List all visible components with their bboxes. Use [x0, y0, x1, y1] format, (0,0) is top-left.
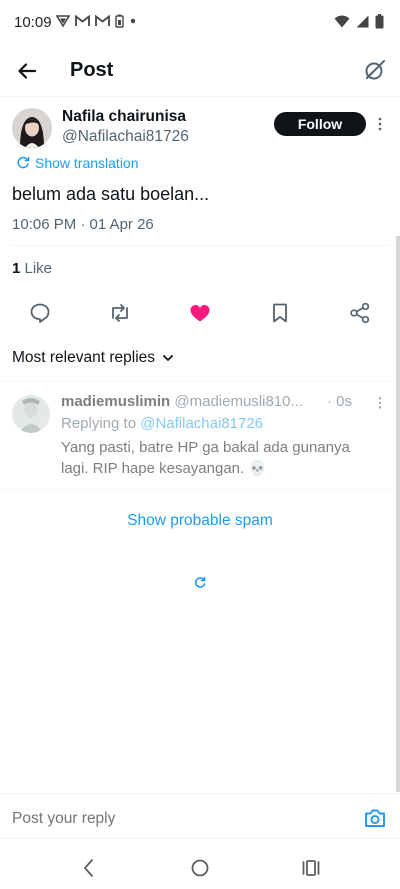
reply-replying-to: Replying to @Nafilachai81726: [61, 415, 263, 432]
camera-icon[interactable]: [364, 808, 386, 828]
like-count-label: Like: [20, 260, 53, 277]
share-icon[interactable]: [347, 300, 373, 326]
gmail-icon: [75, 15, 90, 26]
battery-icon: [375, 14, 384, 29]
scrollbar[interactable]: [396, 236, 400, 792]
nav-back-icon[interactable]: [78, 857, 100, 879]
translate-icon: [17, 156, 30, 169]
show-translation-link[interactable]: Show translation: [16, 155, 139, 171]
reply-input[interactable]: [12, 810, 342, 828]
reply-header: madiemuslimin @madiemusli810...: [61, 393, 303, 410]
show-probable-spam-link[interactable]: Show probable spam: [0, 512, 400, 530]
more-options-icon[interactable]: [376, 116, 384, 132]
reply-more-options-icon[interactable]: [376, 396, 384, 410]
author-handle[interactable]: @Nafilachai81726: [62, 128, 189, 146]
author-avatar[interactable]: [12, 108, 52, 148]
follow-button[interactable]: Follow: [274, 112, 366, 136]
retweet-icon[interactable]: [107, 300, 133, 326]
divider: [12, 245, 388, 246]
replying-to-prefix: Replying to: [61, 415, 141, 432]
nav-recents-icon[interactable]: [300, 857, 322, 879]
page-title: Post: [70, 59, 114, 81]
dot-icon: [130, 18, 136, 24]
author-name[interactable]: Nafila chairunisa: [62, 108, 186, 126]
status-time: 10:09: [14, 14, 52, 31]
replying-to-mention[interactable]: @Nafilachai81726: [140, 415, 263, 432]
post-timestamp: 10:06 PM · 01 Apr 26: [12, 216, 154, 233]
avatar-image: [12, 108, 52, 148]
status-bar: 10:09: [0, 0, 400, 44]
reply-item[interactable]: madiemuslimin @madiemusli810... · 0s Rep…: [0, 381, 400, 490]
battery-saver-icon: [115, 14, 124, 28]
replies-sort-label: Most relevant replies: [12, 349, 156, 366]
grok-icon[interactable]: [362, 57, 388, 83]
show-translation-label: Show translation: [35, 155, 139, 171]
reply-text: Yang pasti, batre HP ga bakal ada gunany…: [61, 439, 350, 477]
bookmark-icon[interactable]: [267, 300, 293, 326]
reply-icon[interactable]: [27, 300, 53, 326]
reply-avatar[interactable]: [12, 395, 50, 433]
system-nav-bar: [0, 845, 400, 889]
gmail-icon: [95, 15, 110, 26]
post-actions: [0, 300, 400, 326]
status-icons-right: [334, 14, 384, 29]
top-bar: Post: [0, 44, 400, 97]
reply-avatar-image: [12, 395, 50, 433]
like-count-row[interactable]: 1 Like: [12, 260, 52, 277]
arrow-left-icon[interactable]: [14, 58, 40, 84]
reply-author-handle[interactable]: @madiemusli810...: [174, 393, 303, 410]
wifi-icon: [334, 15, 350, 28]
nav-home-icon[interactable]: [189, 857, 211, 879]
status-icons-left: [56, 14, 137, 28]
vpn-shield-icon: [56, 15, 70, 28]
loading-refresh-icon: [194, 576, 206, 588]
replies-sort-dropdown[interactable]: Most relevant replies: [12, 349, 175, 367]
signal-icon: [356, 15, 369, 28]
reply-author-name[interactable]: madiemuslimin: [61, 393, 170, 410]
chevron-down-icon: [163, 355, 173, 361]
post-text: belum ada satu boelan...: [12, 184, 210, 204]
reply-time: · 0s: [327, 393, 353, 410]
reply-composer: [0, 793, 400, 839]
like-filled-icon[interactable]: [187, 300, 213, 326]
